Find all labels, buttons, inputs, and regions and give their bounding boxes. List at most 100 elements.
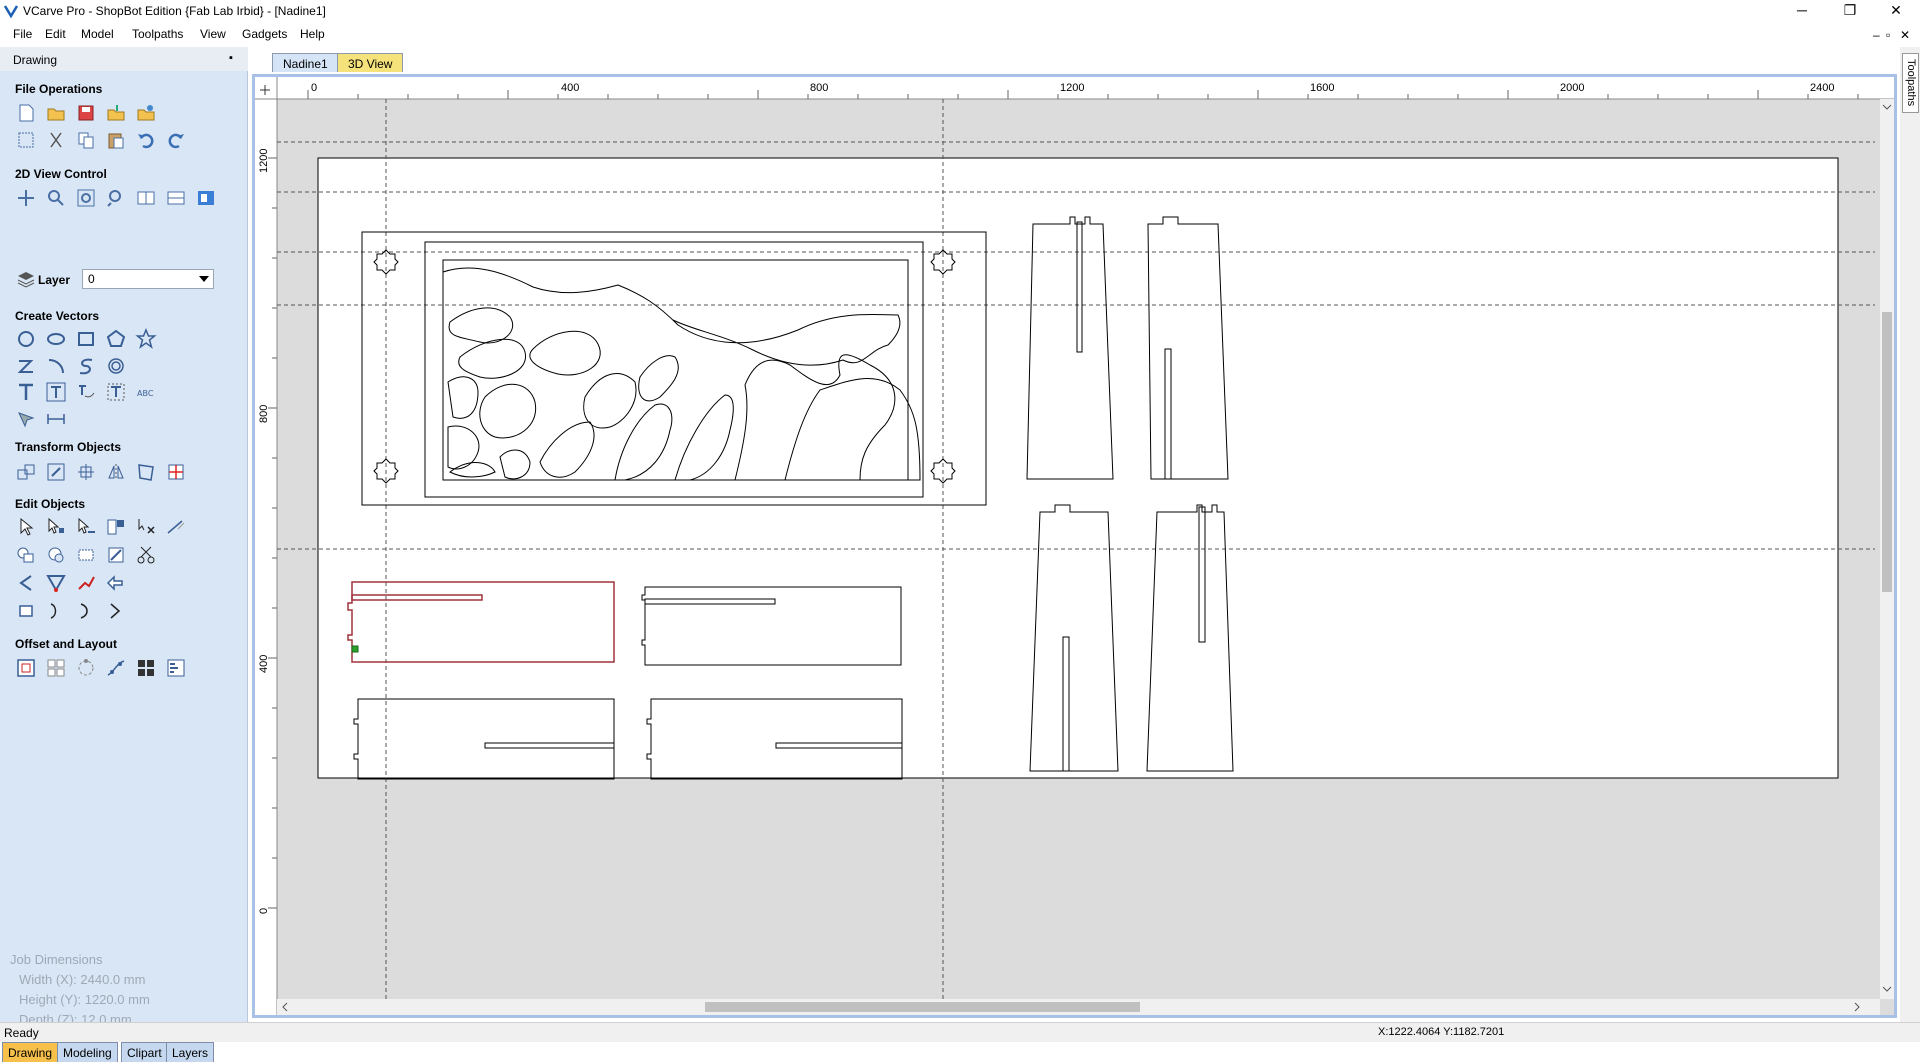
pin-icon[interactable]: ▪ (229, 52, 233, 64)
import-bitmap-icon[interactable] (135, 102, 157, 124)
view-layout-icon[interactable] (165, 187, 187, 209)
node-edit-icon[interactable] (45, 516, 67, 538)
horizontal-scroll-thumb[interactable] (705, 1002, 1140, 1012)
layer-dropdown[interactable]: 0 (82, 269, 214, 289)
menu-gadgets[interactable]: Gadgets (242, 27, 287, 41)
view-split-icon[interactable] (135, 187, 157, 209)
trace-bitmap-icon[interactable] (15, 408, 37, 430)
draw-rectangle-icon[interactable] (75, 328, 97, 350)
extend-icon[interactable] (105, 572, 127, 594)
minimize-button[interactable]: ─ (1780, 0, 1824, 22)
nesting-icon[interactable] (135, 657, 157, 679)
scissors-icon[interactable] (135, 544, 157, 566)
new-file-icon[interactable] (15, 102, 37, 124)
tab-layers[interactable]: Layers (166, 1042, 215, 1062)
mirror-icon[interactable] (105, 461, 127, 483)
intersect-icon[interactable] (75, 544, 97, 566)
text-on-curve-icon[interactable] (75, 381, 97, 403)
close-button[interactable]: ✕ (1874, 0, 1918, 22)
selection-tools-icon[interactable] (105, 516, 127, 538)
distort-icon[interactable] (135, 461, 157, 483)
mdi-restore-button[interactable]: ▫ (1886, 28, 1890, 42)
ruler-y-400: 400 (258, 655, 270, 673)
text-abc-icon[interactable]: ABC (135, 381, 157, 403)
subtract-icon[interactable] (45, 544, 67, 566)
status-bar: Ready X:1222.4064 Y:1182.7201 (0, 1022, 1920, 1042)
start-node[interactable] (351, 645, 359, 653)
mdi-minimize-button[interactable]: – (1873, 28, 1880, 42)
zoom-selection-icon[interactable] (105, 187, 127, 209)
draw-circle-icon[interactable] (15, 328, 37, 350)
auto-nest-icon[interactable] (165, 657, 187, 679)
ruler-x-0: 0 (311, 82, 317, 94)
draw-spiral-icon[interactable] (105, 355, 127, 377)
job-setup-icon[interactable] (15, 129, 37, 151)
set-origin-icon[interactable] (165, 461, 187, 483)
auto-layout-text-icon[interactable] (45, 381, 67, 403)
paste-icon[interactable] (105, 129, 127, 151)
fillet-icon[interactable] (15, 572, 37, 594)
align-icon[interactable] (75, 461, 97, 483)
weld-icon[interactable] (15, 544, 37, 566)
trim-icon[interactable] (75, 572, 97, 594)
drawing-panel: Drawing ▪ File Operations 2D View Contro… (0, 47, 248, 1062)
doc-tab-3d-view[interactable]: 3D View (337, 53, 404, 72)
interactive-select-icon[interactable] (75, 516, 97, 538)
menu-toolpaths[interactable]: Toolpaths (132, 27, 183, 41)
draw-star-icon[interactable] (135, 328, 157, 350)
curve-fit-icon[interactable] (45, 600, 67, 622)
array-copy-icon[interactable] (45, 657, 67, 679)
measure-icon[interactable] (165, 516, 187, 538)
zoom-icon[interactable] (45, 187, 67, 209)
maximize-button[interactable]: ❐ (1828, 0, 1872, 22)
draw-ellipse-icon[interactable] (45, 328, 67, 350)
open-file-icon[interactable] (45, 102, 67, 124)
copy-along-vectors-icon[interactable] (105, 657, 127, 679)
vertical-scroll-thumb[interactable] (1882, 312, 1892, 592)
job-dimensions: Job Dimensions Width (X): 2440.0 mm Heig… (10, 950, 150, 1030)
offset-icon[interactable] (15, 657, 37, 679)
import-vectors-icon[interactable] (105, 102, 127, 124)
zoom-extents-icon[interactable] (75, 187, 97, 209)
copy-icon[interactable] (75, 129, 97, 151)
tab-drawing[interactable]: Drawing (2, 1042, 59, 1062)
scale-icon[interactable] (45, 461, 67, 483)
drawing-canvas[interactable]: 0 400 800 1200 1600 2000 2400 1200 800 4… (255, 77, 1894, 1015)
vcarve-app-icon (4, 5, 18, 18)
menu-edit[interactable]: Edit (45, 27, 66, 41)
pan-view-icon[interactable] (15, 187, 37, 209)
redo-icon[interactable] (165, 129, 187, 151)
doc-tab-nadine1[interactable]: Nadine1 (272, 53, 339, 72)
tab-clipart[interactable]: Clipart (121, 1042, 168, 1062)
draw-curve-icon[interactable] (75, 355, 97, 377)
menu-model[interactable]: Model (81, 27, 114, 41)
delete-duplicates-icon[interactable] (135, 516, 157, 538)
undo-icon[interactable] (135, 129, 157, 151)
menu-help[interactable]: Help (300, 27, 325, 41)
toolpaths-tab[interactable]: Toolpaths (1902, 53, 1919, 113)
draw-arc-icon[interactable] (45, 355, 67, 377)
move-icon[interactable] (15, 461, 37, 483)
mdi-close-button[interactable]: ✕ (1900, 28, 1910, 42)
save-file-icon[interactable] (75, 102, 97, 124)
dimension-icon[interactable] (45, 408, 67, 430)
menu-file[interactable]: File (13, 27, 32, 41)
layers-icon (15, 268, 37, 290)
draw-text-icon[interactable] (15, 381, 37, 403)
menu-view[interactable]: View (200, 27, 226, 41)
draw-polyline-icon[interactable] (15, 355, 37, 377)
cut-icon[interactable] (45, 129, 67, 151)
smooth-icon[interactable] (75, 600, 97, 622)
join-icon[interactable] (105, 544, 127, 566)
section-offset-layout: Offset and Layout (15, 637, 118, 651)
tab-modeling[interactable]: Modeling (57, 1042, 118, 1062)
draw-polygon-icon[interactable] (105, 328, 127, 350)
vertical-ruler (255, 77, 277, 1015)
view-toggle-icon[interactable] (195, 187, 217, 209)
select-icon[interactable] (15, 516, 37, 538)
chamfer-icon[interactable] (45, 572, 67, 594)
close-vectors-icon[interactable] (15, 600, 37, 622)
text-arc-icon[interactable] (105, 381, 127, 403)
break-icon[interactable] (105, 600, 127, 622)
circular-array-icon[interactable] (75, 657, 97, 679)
